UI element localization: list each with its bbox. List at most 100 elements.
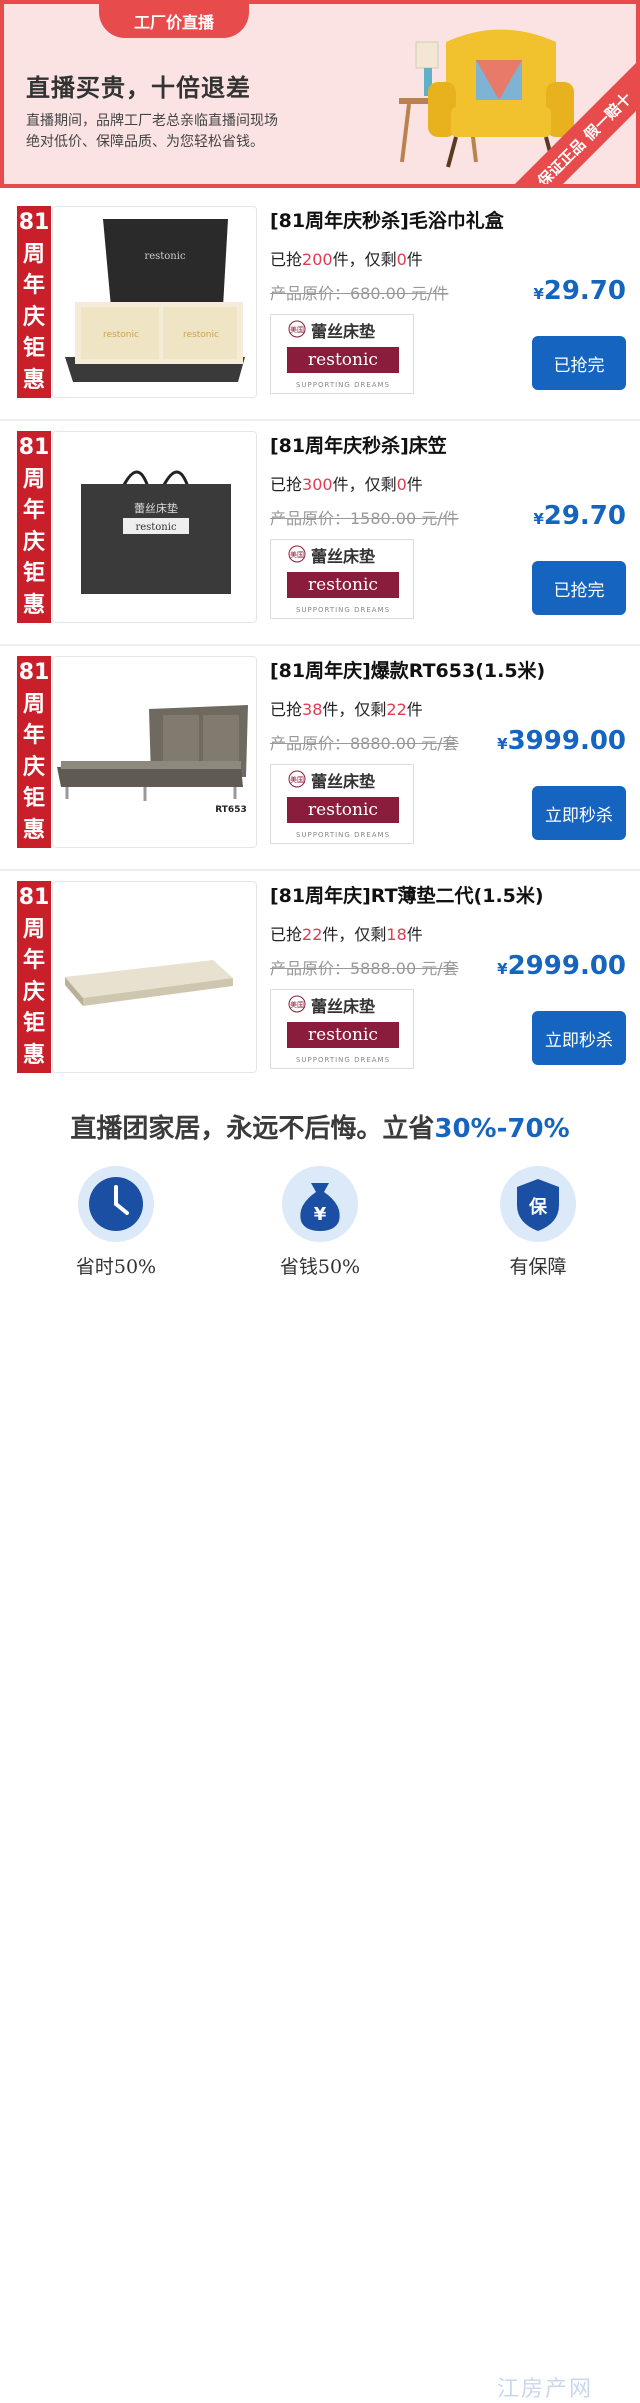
tag-char: 周 — [22, 916, 45, 942]
anniversary-tag: 81 周 年 庆 钜 惠 — [17, 881, 51, 1073]
svg-text:restonic: restonic — [103, 330, 139, 340]
flash-buy-button[interactable]: 立即秒杀 — [532, 1011, 626, 1065]
price-value: 3999.00 — [507, 726, 626, 756]
brand-cn: 蕾丝床垫 — [311, 322, 375, 341]
tag-char: 年 — [22, 723, 45, 749]
tag-char: 钜 — [22, 561, 45, 587]
sale-price: ¥3999.00 — [497, 726, 626, 756]
banner-line-2: 绝对低价、保障品质、为您轻松省钱。 — [26, 134, 264, 150]
towel-gift-box-image[interactable]: restonic restonic restonic — [52, 206, 257, 398]
stock-suffix: 件 — [406, 250, 423, 269]
brand-slogan: SUPPORTING DREAMS — [296, 1056, 390, 1064]
brand-logo-text: restonic — [308, 575, 378, 595]
feature-save-time: 省时50% — [46, 1166, 186, 1279]
original-price: 产品原价：680.00 元/件 — [270, 284, 449, 303]
banner-title: 直播买贵，十倍退差 — [26, 74, 251, 102]
sold-count: 22 — [302, 925, 323, 944]
tag-char: 庆 — [22, 979, 45, 1005]
stock-suffix: 件 — [406, 925, 423, 944]
product-item[interactable]: 81 周 年 庆 钜 惠 restonic restonic restonic … — [0, 196, 640, 421]
product-list: 81 周 年 庆 钜 惠 restonic restonic restonic … — [0, 196, 640, 1096]
product-item[interactable]: 81 周 年 庆 钜 惠 [81周年庆]RT薄垫二代(1.5米) 已抢22件，仅… — [0, 871, 640, 1096]
header-banner: 工厂价直播 直播买贵，十倍退差 直播期间，品牌工厂老总亲临直播间现场 绝对低价、… — [0, 0, 640, 188]
brand-tiny: 美国 — [290, 775, 304, 784]
shield-icon: 保 — [500, 1166, 576, 1242]
original-price: 产品原价：8880.00 元/套 — [270, 734, 459, 753]
clock-icon — [78, 1166, 154, 1242]
original-price: 产品原价：1580.00 元/件 — [270, 509, 459, 528]
anniversary-tag: 81 周 年 庆 钜 惠 — [17, 206, 51, 398]
tag-char: 惠 — [22, 592, 45, 618]
tag-char: 钜 — [22, 786, 45, 812]
tag-char: 庆 — [22, 304, 45, 330]
banner-line-1: 直播期间，品牌工厂老总亲临直播间现场 — [26, 113, 278, 129]
feature-label: 省钱50% — [279, 1256, 361, 1278]
tag-char: 81 — [18, 660, 50, 685]
left-count: 0 — [396, 250, 407, 269]
product-name[interactable]: [81周年庆]RT薄垫二代(1.5米) — [270, 881, 544, 908]
sale-price: ¥29.70 — [533, 501, 626, 531]
brand-logo-text: restonic — [308, 1025, 378, 1045]
mattress-image[interactable] — [52, 881, 257, 1073]
model-label: RT653 — [215, 805, 246, 815]
sold-count: 200 — [302, 250, 333, 269]
svg-text:restonic: restonic — [183, 330, 219, 340]
svg-text:restonic: restonic — [135, 522, 177, 533]
feature-label: 省时50% — [75, 1256, 157, 1278]
flash-buy-button[interactable]: 立即秒杀 — [532, 786, 626, 840]
product-name[interactable]: [81周年庆秒杀]毛浴巾礼盒 — [270, 206, 504, 233]
stock-info: 已抢300件，仅剩0件 — [270, 471, 423, 495]
brand-slogan: SUPPORTING DREAMS — [296, 606, 390, 614]
stock-mid: 件，仅剩 — [332, 475, 397, 494]
price-value: 29.70 — [543, 501, 626, 531]
live-tab-label: 工厂价直播 — [99, 4, 249, 38]
sale-price: ¥29.70 — [533, 276, 626, 306]
stock-prefix: 已抢 — [270, 250, 303, 269]
bed-image[interactable]: RT653 — [52, 656, 257, 848]
sold-out-button[interactable]: 已抢完 — [532, 561, 626, 615]
stock-mid: 件，仅剩 — [332, 250, 397, 269]
product-name[interactable]: [81周年庆]爆款RT653(1.5米) — [270, 656, 545, 683]
product-name[interactable]: [81周年庆秒杀]床笠 — [270, 431, 447, 458]
brand-slogan: SUPPORTING DREAMS — [296, 831, 390, 839]
brand-logo-text: restonic — [308, 350, 378, 370]
tag-char: 惠 — [22, 1042, 45, 1068]
svg-text:保: 保 — [528, 1196, 548, 1218]
gift-bag-image[interactable]: 蕾丝床垫 restonic — [52, 431, 257, 623]
left-count: 18 — [386, 925, 407, 944]
stock-prefix: 已抢 — [270, 475, 303, 494]
sold-out-button[interactable]: 已抢完 — [532, 336, 626, 390]
brand-logo-text: restonic — [308, 800, 378, 820]
sale-price: ¥2999.00 — [497, 951, 626, 981]
product-item[interactable]: 81 周 年 庆 钜 惠 蕾丝床垫 restonic [81周年庆秒杀]床笠 已… — [0, 421, 640, 646]
stock-info: 已抢22件，仅剩18件 — [270, 921, 423, 945]
tag-char: 惠 — [22, 367, 45, 393]
tag-char: 庆 — [22, 529, 45, 555]
tag-char: 81 — [18, 435, 50, 460]
tag-char: 81 — [18, 210, 50, 235]
brand-logo: 美国 蕾丝床垫 restonic SUPPORTING DREAMS — [270, 539, 414, 619]
tag-char: 钜 — [22, 1011, 45, 1037]
left-count: 22 — [386, 700, 407, 719]
brand-cn: 蕾丝床垫 — [311, 997, 375, 1016]
svg-text:蕾丝床垫: 蕾丝床垫 — [134, 501, 178, 515]
brand-tiny: 美国 — [290, 325, 304, 334]
site-watermark: 江房产网 — [497, 2377, 594, 2402]
tag-char: 周 — [22, 466, 45, 492]
stock-prefix: 已抢 — [270, 925, 303, 944]
currency-symbol: ¥ — [497, 960, 508, 978]
product-item[interactable]: 81 周 年 庆 钜 惠 RT653 [81周年庆]爆款RT653(1.5米) … — [0, 646, 640, 871]
brand-tiny: 美国 — [290, 1000, 304, 1009]
sold-count: 38 — [302, 700, 323, 719]
tag-char: 惠 — [22, 817, 45, 843]
anniversary-tag: 81 周 年 庆 钜 惠 — [17, 656, 51, 848]
tag-char: 81 — [18, 885, 50, 910]
sold-count: 300 — [302, 475, 333, 494]
tag-char: 年 — [22, 498, 45, 524]
anniversary-tag: 81 周 年 庆 钜 惠 — [17, 431, 51, 623]
feature-label: 有保障 — [509, 1256, 567, 1278]
feature-guarantee: 保 有保障 — [468, 1166, 608, 1279]
stock-mid: 件，仅剩 — [322, 700, 387, 719]
currency-symbol: ¥ — [497, 735, 508, 753]
brand-slogan: SUPPORTING DREAMS — [296, 381, 390, 389]
